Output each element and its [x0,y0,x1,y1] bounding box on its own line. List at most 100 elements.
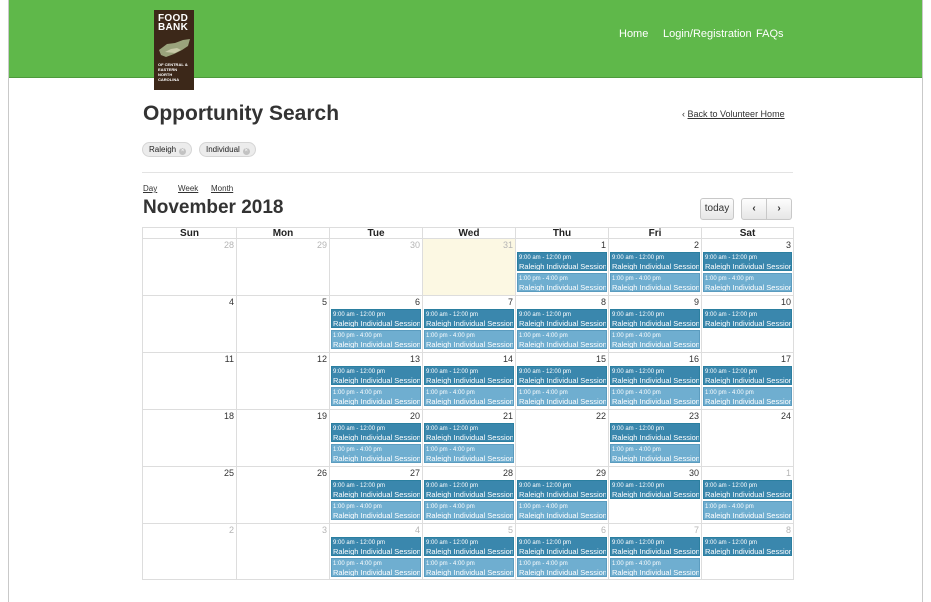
calendar-day-cell[interactable]: 15 9:00 am - 12:00 pm Raleigh Individual S… [515,352,608,409]
calendar-event[interactable]: 9:00 am - 12:00 pm Raleigh Individual Ses… [331,366,421,385]
calendar-event[interactable]: 1:00 pm - 4:00 pm Raleigh Individual Sess… [703,501,792,520]
calendar-day-cell[interactable]: 5 9:00 am - 12:00 pm Raleigh Individual Se… [422,523,515,580]
calendar-event[interactable]: 1:00 pm - 4:00 pm Raleigh Individual Sess… [703,273,792,292]
view-day-link[interactable]: Day [143,184,157,193]
calendar-day-cell[interactable]: 21 9:00 am - 12:00 pm Raleigh Individual S… [422,409,515,466]
calendar-day-cell[interactable]: 23 9:00 am - 12:00 pm Raleigh Individual S… [608,409,701,466]
calendar-day-cell[interactable]: 22 [515,409,608,466]
calendar-event[interactable]: 1:00 pm - 4:00 pm Raleigh Individual Sess… [610,387,700,406]
calendar-event[interactable]: 9:00 am - 12:00 pm Raleigh Individual Ses… [610,480,700,499]
calendar-event[interactable]: 1:00 pm - 4:00 pm Raleigh Individual Sess… [610,273,700,292]
calendar-event[interactable]: 9:00 am - 12:00 pm Raleigh Individual Ses… [517,480,607,499]
calendar-day-cell[interactable]: 5 [236,295,329,352]
calendar-event[interactable]: 1:00 pm - 4:00 pm Raleigh Individual Sess… [424,444,514,463]
nav-faqs-link[interactable]: FAQs [756,28,784,40]
calendar-event[interactable]: 9:00 am - 12:00 pm Raleigh Individual Ses… [517,309,607,328]
calendar-event[interactable]: 9:00 am - 12:00 pm Raleigh Individual Ses… [424,309,514,328]
calendar-day-cell[interactable]: 13 9:00 am - 12:00 pm Raleigh Individual S… [329,352,422,409]
calendar-day-cell[interactable]: 19 [236,409,329,466]
calendar-day-cell[interactable]: 11 [142,352,236,409]
calendar-day-cell[interactable]: 31 [422,238,515,295]
calendar-day-cell[interactable]: 28 [142,238,236,295]
calendar-day-cell[interactable]: 4 [142,295,236,352]
calendar-event[interactable]: 9:00 am - 12:00 pm Raleigh Individual Ses… [703,309,792,328]
calendar-event[interactable]: 9:00 am - 12:00 pm Raleigh Individual Ses… [331,309,421,328]
calendar-day-cell[interactable]: 24 [701,409,794,466]
calendar-event[interactable]: 1:00 pm - 4:00 pm Raleigh Individual Sess… [517,387,607,406]
calendar-day-cell[interactable]: 14 9:00 am - 12:00 pm Raleigh Individual S… [422,352,515,409]
calendar-day-cell[interactable]: 1 9:00 am - 12:00 pm Raleigh Individual Se… [701,466,794,523]
calendar-day-cell[interactable]: 30 9:00 am - 12:00 pm Raleigh Individual S… [608,466,701,523]
calendar-day-cell[interactable]: 8 9:00 am - 12:00 pm Raleigh Individual Se… [701,523,794,580]
calendar-event[interactable]: 1:00 pm - 4:00 pm Raleigh Individual Sess… [517,273,607,292]
calendar-event[interactable]: 1:00 pm - 4:00 pm Raleigh Individual Sess… [517,330,607,349]
calendar-day-cell[interactable]: 29 9:00 am - 12:00 pm Raleigh Individual S… [515,466,608,523]
calendar-event[interactable]: 9:00 am - 12:00 pm Raleigh Individual Ses… [610,252,700,271]
calendar-event[interactable]: 1:00 pm - 4:00 pm Raleigh Individual Sess… [517,558,607,577]
calendar-event[interactable]: 1:00 pm - 4:00 pm Raleigh Individual Sess… [424,558,514,577]
calendar-event[interactable]: 9:00 am - 12:00 pm Raleigh Individual Ses… [610,309,700,328]
remove-filter-icon[interactable]: × [242,148,250,155]
calendar-day-cell[interactable]: 18 [142,409,236,466]
calendar-event[interactable]: 1:00 pm - 4:00 pm Raleigh Individual Sess… [517,501,607,520]
calendar-event[interactable]: 9:00 am - 12:00 pm Raleigh Individual Ses… [703,252,792,271]
calendar-event[interactable]: 9:00 am - 12:00 pm Raleigh Individual Ses… [424,537,514,556]
calendar-day-cell[interactable]: 29 [236,238,329,295]
calendar-day-cell[interactable]: 8 9:00 am - 12:00 pm Raleigh Individual Se… [515,295,608,352]
calendar-event[interactable]: 1:00 pm - 4:00 pm Raleigh Individual Sess… [331,558,421,577]
calendar-day-cell[interactable]: 6 9:00 am - 12:00 pm Raleigh Individual Se… [515,523,608,580]
nav-home-link[interactable]: Home [619,28,648,40]
calendar-day-cell[interactable]: 3 9:00 am - 12:00 pm Raleigh Individual Se… [701,238,794,295]
calendar-day-cell[interactable]: 20 9:00 am - 12:00 pm Raleigh Individual S… [329,409,422,466]
calendar-event[interactable]: 1:00 pm - 4:00 pm Raleigh Individual Sess… [331,330,421,349]
calendar-event[interactable]: 9:00 am - 12:00 pm Raleigh Individual Ses… [610,423,700,442]
calendar-day-cell[interactable]: 7 9:00 am - 12:00 pm Raleigh Individual Se… [608,523,701,580]
calendar-day-cell[interactable]: 17 9:00 am - 12:00 pm Raleigh Individual S… [701,352,794,409]
calendar-day-cell[interactable]: 10 9:00 am - 12:00 pm Raleigh Individual S… [701,295,794,352]
calendar-day-cell[interactable]: 9 9:00 am - 12:00 pm Raleigh Individual Se… [608,295,701,352]
calendar-event[interactable]: 9:00 am - 12:00 pm Raleigh Individual Ses… [703,366,792,385]
calendar-day-cell[interactable]: 3 [236,523,329,580]
calendar-event[interactable]: 9:00 am - 12:00 pm Raleigh Individual Ses… [517,537,607,556]
calendar-event[interactable]: 9:00 am - 12:00 pm Raleigh Individual Ses… [517,366,607,385]
today-button[interactable]: today [700,198,734,220]
calendar-day-cell[interactable]: 16 9:00 am - 12:00 pm Raleigh Individual S… [608,352,701,409]
previous-month-button[interactable]: ‹ [741,198,767,220]
calendar-day-cell[interactable]: 6 9:00 am - 12:00 pm Raleigh Individual Se… [329,295,422,352]
calendar-day-cell[interactable]: 12 [236,352,329,409]
calendar-event[interactable]: 1:00 pm - 4:00 pm Raleigh Individual Sess… [610,558,700,577]
calendar-event[interactable]: 9:00 am - 12:00 pm Raleigh Individual Ses… [703,537,792,556]
view-week-link[interactable]: Week [178,184,198,193]
remove-filter-icon[interactable]: × [179,148,187,155]
back-to-volunteer-home-link[interactable]: ‹ Back to Volunteer Home [682,109,785,119]
calendar-day-cell[interactable]: 28 9:00 am - 12:00 pm Raleigh Individual S… [422,466,515,523]
calendar-event[interactable]: 1:00 pm - 4:00 pm Raleigh Individual Sess… [703,387,792,406]
calendar-day-cell[interactable]: 26 [236,466,329,523]
calendar-event[interactable]: 1:00 pm - 4:00 pm Raleigh Individual Sess… [424,387,514,406]
calendar-event[interactable]: 1:00 pm - 4:00 pm Raleigh Individual Sess… [610,330,700,349]
calendar-event[interactable]: 1:00 pm - 4:00 pm Raleigh Individual Sess… [424,330,514,349]
calendar-event[interactable]: 1:00 pm - 4:00 pm Raleigh Individual Sess… [331,501,421,520]
calendar-day-cell[interactable]: 4 9:00 am - 12:00 pm Raleigh Individual Se… [329,523,422,580]
calendar-event[interactable]: 9:00 am - 12:00 pm Raleigh Individual Ses… [517,252,607,271]
view-month-link[interactable]: Month [211,184,233,193]
calendar-day-cell[interactable]: 1 9:00 am - 12:00 pm Raleigh Individual Se… [515,238,608,295]
calendar-event[interactable]: 1:00 pm - 4:00 pm Raleigh Individual Sess… [610,444,700,463]
nav-login-registration-link[interactable]: Login/Registration [663,28,752,40]
calendar-day-cell[interactable]: 7 9:00 am - 12:00 pm Raleigh Individual Se… [422,295,515,352]
calendar-event[interactable]: 9:00 am - 12:00 pm Raleigh Individual Ses… [703,480,792,499]
calendar-day-cell[interactable]: 27 9:00 am - 12:00 pm Raleigh Individual S… [329,466,422,523]
calendar-day-cell[interactable]: 30 [329,238,422,295]
calendar-event[interactable]: 9:00 am - 12:00 pm Raleigh Individual Ses… [610,366,700,385]
calendar-day-cell[interactable]: 25 [142,466,236,523]
calendar-event[interactable]: 1:00 pm - 4:00 pm Raleigh Individual Sess… [424,501,514,520]
calendar-day-cell[interactable]: 2 9:00 am - 12:00 pm Raleigh Individual Se… [608,238,701,295]
calendar-event[interactable]: 9:00 am - 12:00 pm Raleigh Individual Ses… [610,537,700,556]
next-month-button[interactable]: › [766,198,792,220]
calendar-event[interactable]: 9:00 am - 12:00 pm Raleigh Individual Ses… [424,480,514,499]
calendar-event[interactable]: 9:00 am - 12:00 pm Raleigh Individual Ses… [424,423,514,442]
calendar-day-cell[interactable]: 2 [142,523,236,580]
calendar-event[interactable]: 9:00 am - 12:00 pm Raleigh Individual Ses… [331,480,421,499]
calendar-event[interactable]: 1:00 pm - 4:00 pm Raleigh Individual Sess… [331,444,421,463]
calendar-event[interactable]: 9:00 am - 12:00 pm Raleigh Individual Ses… [331,423,421,442]
